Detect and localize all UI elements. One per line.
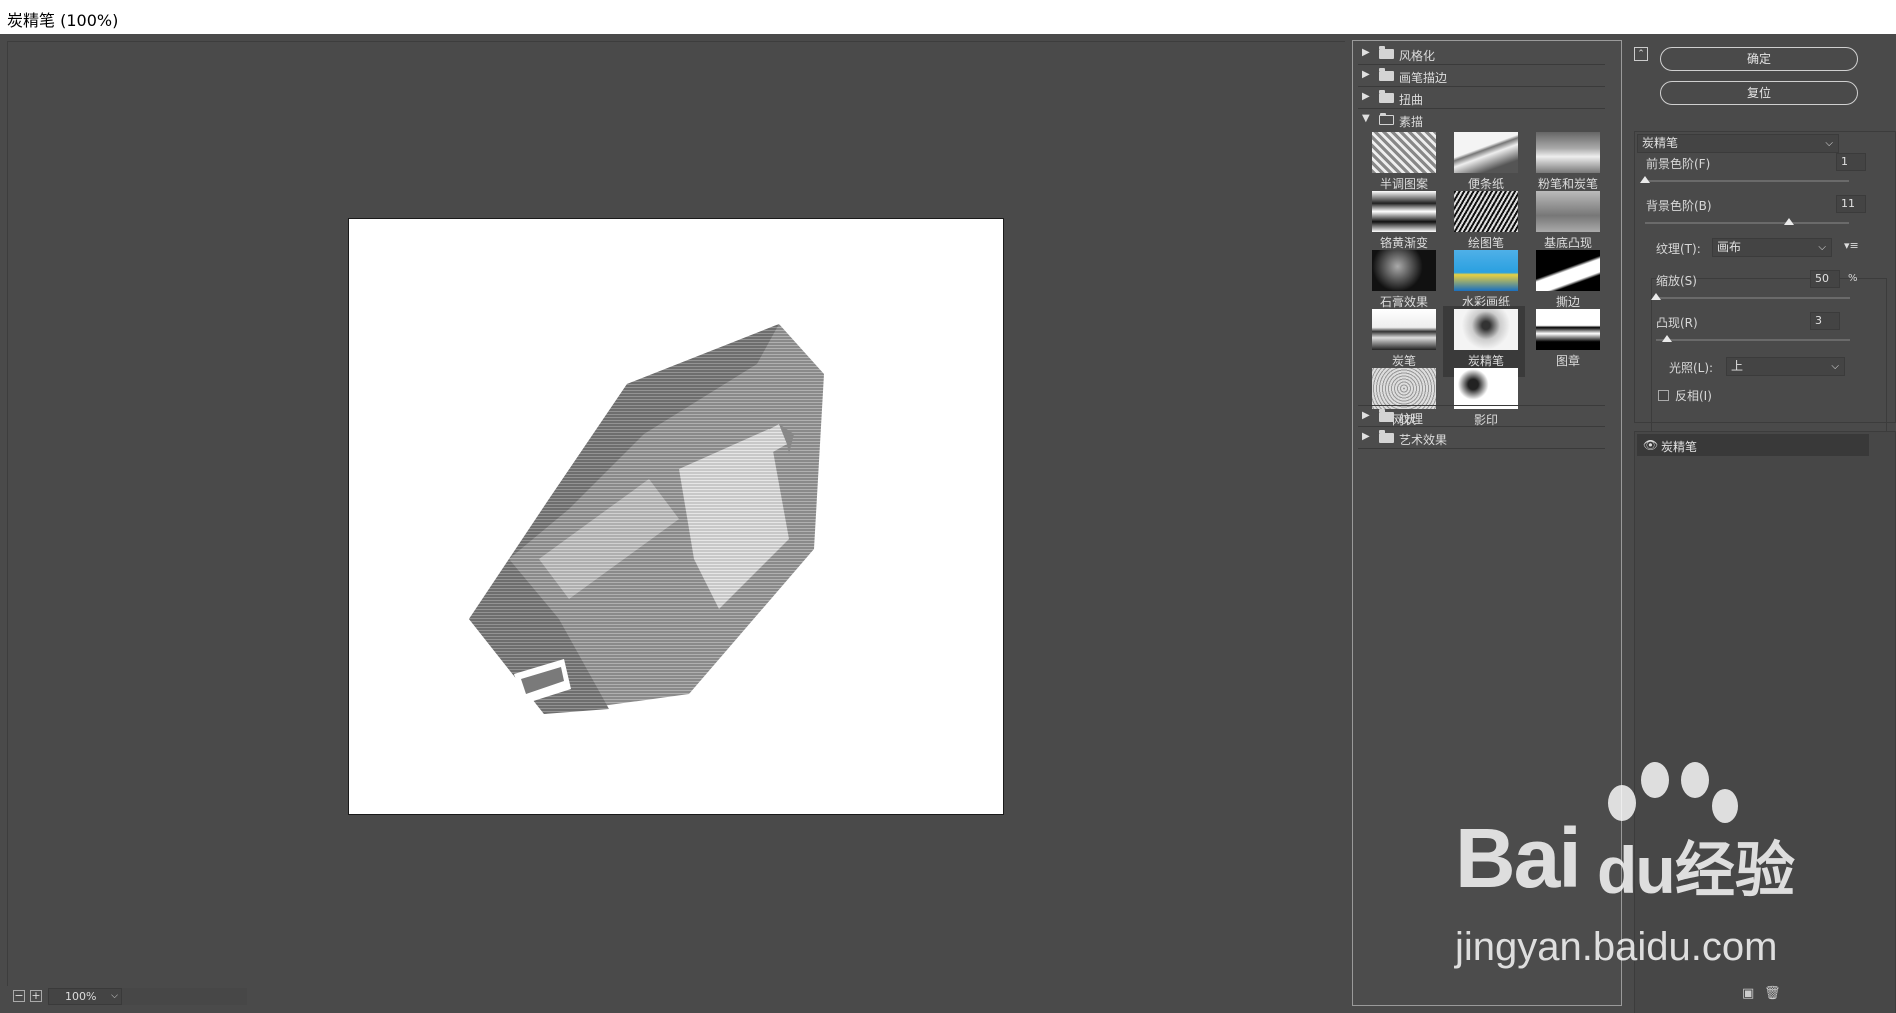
chevron-down-icon: ⌵ (1825, 138, 1833, 149)
thumb-image (1454, 368, 1518, 409)
thumb-image (1454, 132, 1518, 173)
zoom-in-button[interactable]: + (30, 990, 42, 1002)
relief-label: 凸现(R) (1656, 316, 1698, 330)
relief-slider-knob[interactable] (1662, 335, 1672, 342)
foreground-level-label: 前景色阶(F) (1646, 157, 1711, 171)
texture-menu-icon[interactable]: ▾≡ (1844, 239, 1859, 252)
background-level-input[interactable]: 11 (1836, 195, 1866, 213)
scaling-slider-track[interactable] (1656, 297, 1850, 299)
zoom-out-button[interactable]: − (13, 990, 25, 1002)
scaling-unit: % (1848, 273, 1858, 284)
scaling-input[interactable]: 50 (1810, 270, 1840, 288)
window-title: 炭精笔 (100%) (7, 11, 119, 30)
invert-checkbox[interactable] (1658, 390, 1669, 401)
open-folder-icon (1379, 113, 1394, 125)
filter-gallery: ▶ 风格化 ▶ 画笔描边 ▶ 扭曲 ▼ 素描 半调图案 便条纸 粉笔和炭笔 铬黄… (1352, 40, 1622, 1006)
delete-effect-layer-icon[interactable]: 🗑 (1764, 986, 1781, 1001)
expand-arrow-icon: ▶ (1362, 69, 1370, 80)
thumb-image (1536, 309, 1600, 350)
filter-select[interactable]: 炭精笔 ⌵ (1637, 134, 1839, 153)
background-level-slider-knob[interactable] (1784, 218, 1794, 225)
expand-arrow-icon: ▶ (1362, 410, 1370, 421)
category-texture[interactable]: ▶ 纹理 (1358, 405, 1605, 427)
chevron-down-icon: ⌵ (1818, 242, 1826, 253)
collapse-gallery-icon[interactable]: ⌃ (1634, 47, 1648, 61)
reset-button[interactable]: 复位 (1660, 81, 1858, 105)
charger-image (469, 324, 824, 714)
folder-icon (1379, 430, 1394, 443)
effect-layer-row[interactable]: 👁 炭精笔 (1637, 434, 1869, 456)
folder-icon (1379, 68, 1394, 81)
expand-arrow-icon: ▶ (1362, 47, 1370, 58)
expand-arrow-icon: ▶ (1362, 431, 1370, 442)
preview-canvas[interactable] (348, 218, 1004, 815)
background-level-label: 背景色阶(B) (1646, 199, 1712, 213)
thumb-image (1536, 191, 1600, 232)
preview-area[interactable] (7, 41, 1345, 986)
thumb-image (1536, 132, 1600, 173)
scaling-label: 缩放(S) (1656, 274, 1697, 288)
invert-label: 反相(I) (1675, 389, 1712, 403)
thumb-image (1454, 309, 1518, 350)
chevron-down-icon: ⌵ (111, 991, 118, 1001)
thumb-image (1372, 309, 1436, 350)
folder-icon (1379, 409, 1394, 422)
category-stylize[interactable]: ▶ 风格化 (1358, 43, 1605, 65)
foreground-level-slider-track[interactable] (1645, 180, 1849, 182)
folder-icon (1379, 90, 1394, 103)
zoom-level-value: 100% (65, 990, 97, 1003)
thumb-image (1372, 368, 1436, 409)
background-level-slider-track[interactable] (1645, 222, 1849, 224)
thumb-image (1454, 250, 1518, 291)
category-brush-strokes[interactable]: ▶ 画笔描边 (1358, 65, 1605, 87)
thumb-image (1372, 250, 1436, 291)
texture-label: 纹理(T): (1656, 242, 1701, 256)
chevron-down-icon: ⌵ (1831, 361, 1839, 372)
thumb-image (1454, 191, 1518, 232)
category-artistic[interactable]: ▶ 艺术效果 (1358, 427, 1605, 449)
scaling-slider-knob[interactable] (1651, 293, 1661, 300)
expand-arrow-icon: ▶ (1362, 91, 1370, 102)
title-bar: 炭精笔 (100%) (0, 0, 1896, 34)
zoom-status-area (122, 988, 247, 1005)
zoom-level-select[interactable]: 100% ⌵ (48, 988, 122, 1005)
thumb-image (1372, 191, 1436, 232)
foreground-level-slider-knob[interactable] (1640, 176, 1650, 183)
effect-layers-list: 👁 炭精笔 (1634, 431, 1896, 1013)
filter-thumb-stamp[interactable]: 图章 (1525, 306, 1607, 377)
eye-icon[interactable]: 👁 (1643, 438, 1658, 452)
collapse-arrow-icon: ▼ (1362, 113, 1370, 124)
foreground-level-input[interactable]: 1 (1836, 153, 1866, 171)
settings-panel: ⌃ 确定 复位 炭精笔 ⌵ 前景色阶(F) 1 背景色阶(B) 11 纹理(T)… (1622, 40, 1896, 1013)
relief-slider-track[interactable] (1656, 339, 1850, 341)
folder-icon (1379, 46, 1394, 59)
relief-input[interactable]: 3 (1810, 312, 1840, 330)
light-select[interactable]: 上 ⌵ (1726, 357, 1845, 376)
thumb-image (1372, 132, 1436, 173)
category-distort[interactable]: ▶ 扭曲 (1358, 87, 1605, 109)
zoom-bar: − + 100% ⌵ (7, 986, 1345, 1008)
category-sketch[interactable]: ▼ 素描 (1358, 109, 1605, 131)
thumb-image (1536, 250, 1600, 291)
ok-button[interactable]: 确定 (1660, 47, 1858, 71)
light-label: 光照(L): (1669, 361, 1714, 375)
texture-select[interactable]: 画布 ⌵ (1712, 238, 1832, 257)
new-effect-layer-icon[interactable]: ▣ (1742, 986, 1754, 1001)
